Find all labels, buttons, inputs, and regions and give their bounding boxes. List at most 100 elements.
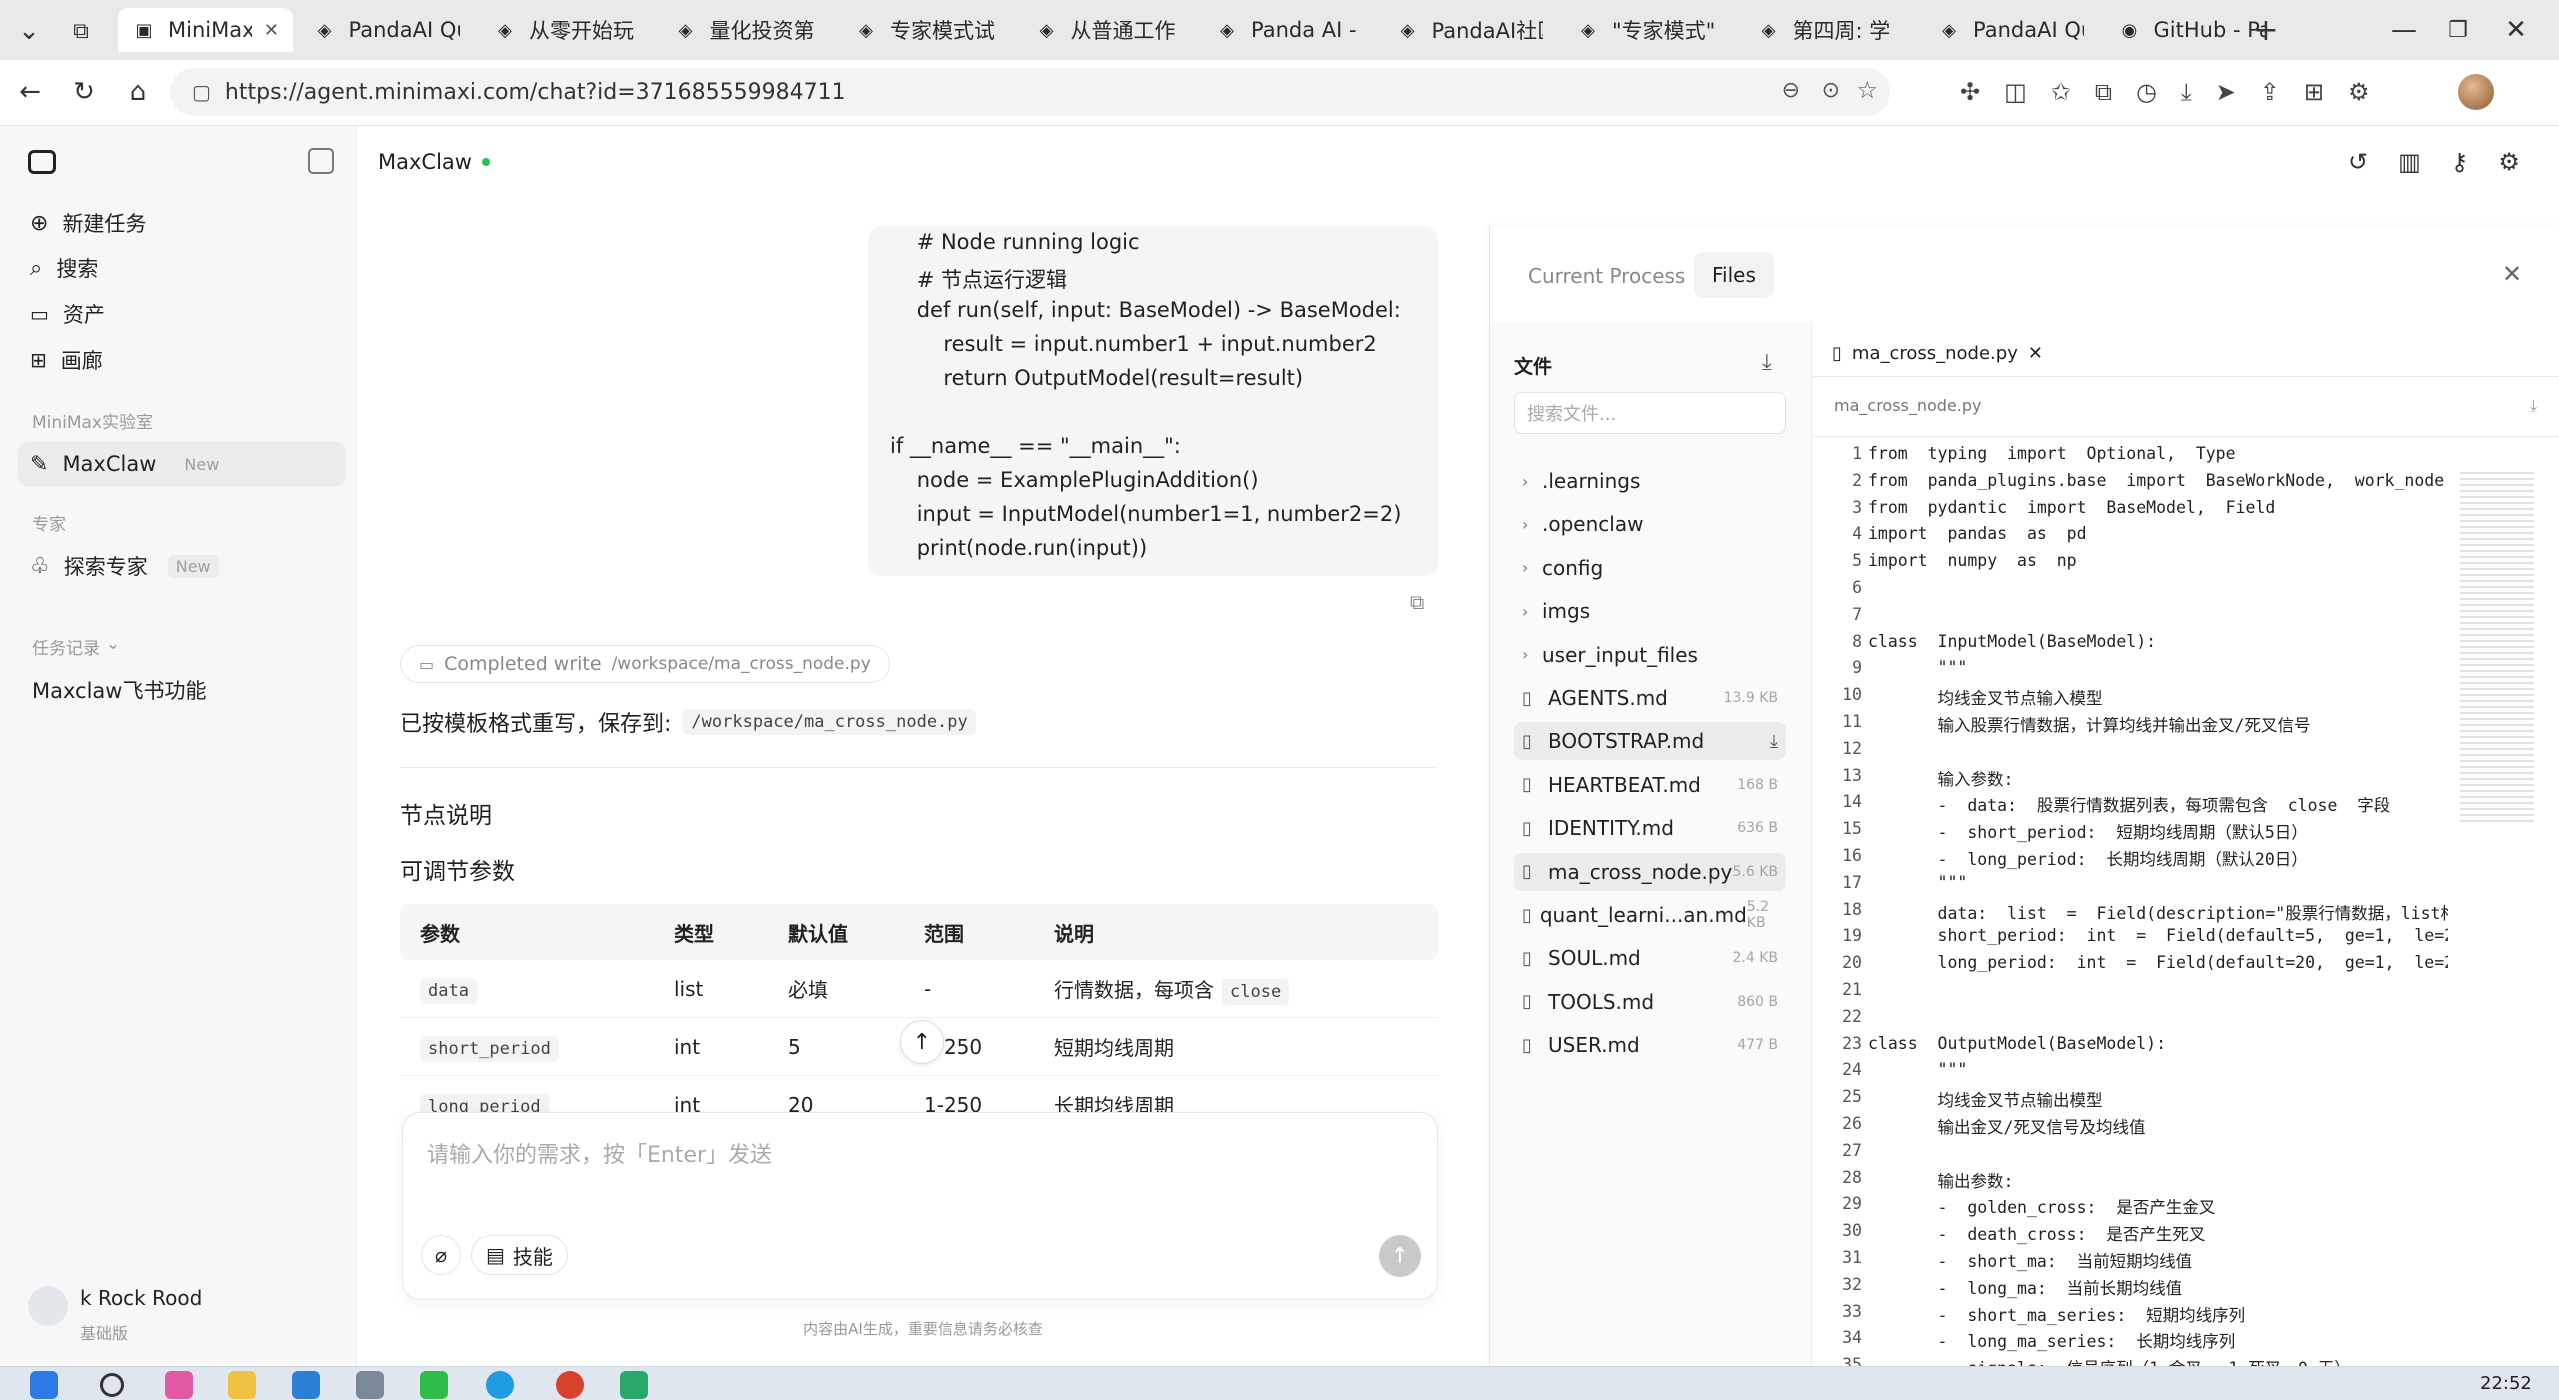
new-tab-button[interactable]: + [2248,12,2284,48]
app-taskbar-icon[interactable] [165,1371,193,1399]
send-button[interactable]: ↑ [1379,1235,1421,1277]
refresh-icon[interactable]: ↻ [66,74,102,110]
send-icon[interactable]: ➤ [2216,78,2236,106]
browser-tab[interactable]: ◈ 从普通工作 [1021,8,1196,52]
settings-icon[interactable]: ⚙ [2348,78,2370,106]
file-item[interactable]: ▯ TOOLS.md 860 B [1514,983,1786,1021]
minimize-button[interactable]: — [2386,12,2422,48]
close-tab-icon[interactable]: ✕ [264,20,279,41]
tool-status-chip[interactable]: ▭ Completed write /workspace/ma_cross_no… [400,645,890,683]
folder-item[interactable]: › config [1514,549,1786,587]
user-name[interactable]: k Rock Rood [80,1286,202,1310]
download-all-icon[interactable]: ⤓ [1762,350,1772,375]
history-icon[interactable]: ◷ [2136,78,2157,106]
file-item[interactable]: ▯ SOUL.md 2.4 KB [1514,939,1786,977]
folder-item[interactable]: › .openclaw [1514,505,1786,543]
folder-item[interactable]: › user_input_files [1514,636,1786,674]
file-item[interactable]: ▯ BOOTSTRAP.md ⤓ [1514,722,1786,761]
vscode-taskbar-icon[interactable] [292,1371,320,1399]
start-icon[interactable] [30,1371,58,1399]
browser-tab[interactable]: ◈ "专家模式" [1562,8,1737,52]
tab-list-chevron-icon[interactable]: ⌄ [12,14,46,48]
browser-tab[interactable]: ◈ 专家模式试 [840,8,1015,52]
download-icon[interactable]: ⤓ [1770,731,1786,752]
folder-item[interactable]: › imgs [1514,592,1786,630]
chat-input[interactable]: 请输入你的需求，按「Enter」发送 [427,1137,1407,1169]
browser-tab[interactable]: ◈ 第四周: 学 [1743,8,1918,52]
key-icon[interactable]: ⚷ [2451,148,2469,176]
settings-gear-icon[interactable]: ⚙ [2498,148,2520,176]
browser-tab[interactable]: ▣ MiniMax Ag ✕ [118,8,293,52]
sidebar-item-search[interactable]: ⌕ 搜索 [18,246,346,290]
sidebar-item-assets[interactable]: ▭ 资产 [18,292,346,336]
sidebar-item-gallery[interactable]: ⊞ 画廊 [18,338,346,382]
profile-avatar[interactable] [2458,74,2494,110]
code-line: 22 [1812,1007,2559,1034]
browser-tab-label: 第四周: 学 [1792,19,1891,43]
file-item[interactable]: ▯ USER.md 477 B [1514,1026,1786,1064]
favorites-icon[interactable]: ✩ [2051,78,2071,106]
browser-tab[interactable]: ◈ PandaAI Qu [1923,8,2098,52]
file-item[interactable]: ▯ quant_learni...an.md 5.2 KB [1514,896,1786,934]
back-arrow-icon[interactable]: ← [12,74,48,110]
wechat-taskbar-icon[interactable] [420,1371,448,1399]
edge-taskbar-icon[interactable] [486,1371,514,1399]
tab-files[interactable]: Files [1694,252,1774,298]
search-taskbar-icon[interactable] [100,1373,124,1397]
book-icon[interactable]: ▥ [2398,148,2421,176]
history-section-title[interactable]: 任务记录 ⌄ [32,634,120,659]
app-taskbar-icon[interactable] [556,1371,584,1399]
copy-icon[interactable]: ⧉ [1410,590,1424,614]
browser-tab[interactable]: ◈ 量化投资第 [660,8,835,52]
collections-icon[interactable]: ⧉ [2095,78,2112,106]
close-panel-icon[interactable]: ✕ [2502,260,2522,288]
browser-tab[interactable]: ◈ PandaAI Qu [299,8,474,52]
site-info-icon[interactable]: ▢ [192,80,211,104]
apps-icon[interactable]: ⊞ [2304,78,2324,106]
download-file-icon[interactable]: ⤓ [2530,396,2537,416]
file-size: 2.4 KB [1732,950,1779,967]
history-item[interactable]: Maxclaw飞书功能 [20,668,348,712]
extensions-icon[interactable]: ✣ [1960,78,1980,106]
restore-button[interactable]: ❐ [2440,12,2476,48]
collapse-sidebar-icon[interactable] [308,148,334,174]
browser-tab[interactable]: ◈ PandaAI社区 [1382,8,1557,52]
more-icon[interactable]: ⊙ [1822,78,1840,103]
folder-taskbar-icon[interactable] [228,1371,256,1399]
favorite-star-icon[interactable]: ☆ [1856,76,1878,104]
sidebar-item-new-task[interactable]: ⊕ 新建任务 [18,201,346,245]
file-item[interactable]: ▯ ma_cross_node.py 5.6 KB [1514,852,1786,891]
skills-button[interactable]: ▤ 技能 [471,1235,568,1275]
zoom-out-icon[interactable]: ⊖ [1782,78,1800,103]
sidebar-item-maxclaw[interactable]: ✎ MaxClaw New [18,442,346,486]
tab-current-process[interactable]: Current Process [1528,264,1685,288]
browser-tab[interactable]: ◈ Panda AI - [1201,8,1376,52]
workspaces-icon[interactable]: ⧉ [64,14,98,48]
download-icon[interactable]: ⤓ [2181,78,2192,106]
share-icon[interactable]: ⇪ [2260,78,2280,106]
attach-button[interactable]: ⌀ [421,1235,461,1275]
line-number: 26 [1842,1114,1862,1133]
folder-item[interactable]: › .learnings [1514,462,1786,500]
file-item[interactable]: ▯ IDENTITY.md 636 B [1514,809,1786,847]
split-screen-icon[interactable]: ◫ [2004,78,2027,106]
browser-tab-label: PandaAI社区 [1431,19,1543,43]
file-item[interactable]: ▯ AGENTS.md 13.9 KB [1514,679,1786,717]
scroll-up-button[interactable]: ↑ [900,1020,944,1064]
browser-tab[interactable]: ◈ 从零开始玩 [479,8,654,52]
code-minimap[interactable] [2460,472,2534,822]
url-bar[interactable]: ▢ https://agent.minimaxi.com/chat?id=371… [170,68,1890,116]
close-tab-icon[interactable]: ✕ [2028,343,2057,364]
editor-tab[interactable]: ▯ ma_cross_node.py ✕ [1812,332,2048,376]
app-taskbar-icon[interactable] [620,1371,648,1399]
close-window-button[interactable]: ✕ [2498,12,2534,48]
file-search-input[interactable]: 搜索文件... [1514,392,1786,434]
app-taskbar-icon[interactable] [356,1371,384,1399]
file-item[interactable]: ▯ HEARTBEAT.md 168 B [1514,766,1786,804]
undo-icon[interactable]: ↺ [2348,148,2368,176]
code-line: return OutputModel(result=result) [890,366,1304,390]
user-avatar[interactable] [28,1286,68,1326]
code-text: """ [1868,872,1968,892]
home-icon[interactable]: ⌂ [120,74,156,110]
sidebar-item-explore-experts[interactable]: ♧ 探索专家 New [18,544,346,588]
